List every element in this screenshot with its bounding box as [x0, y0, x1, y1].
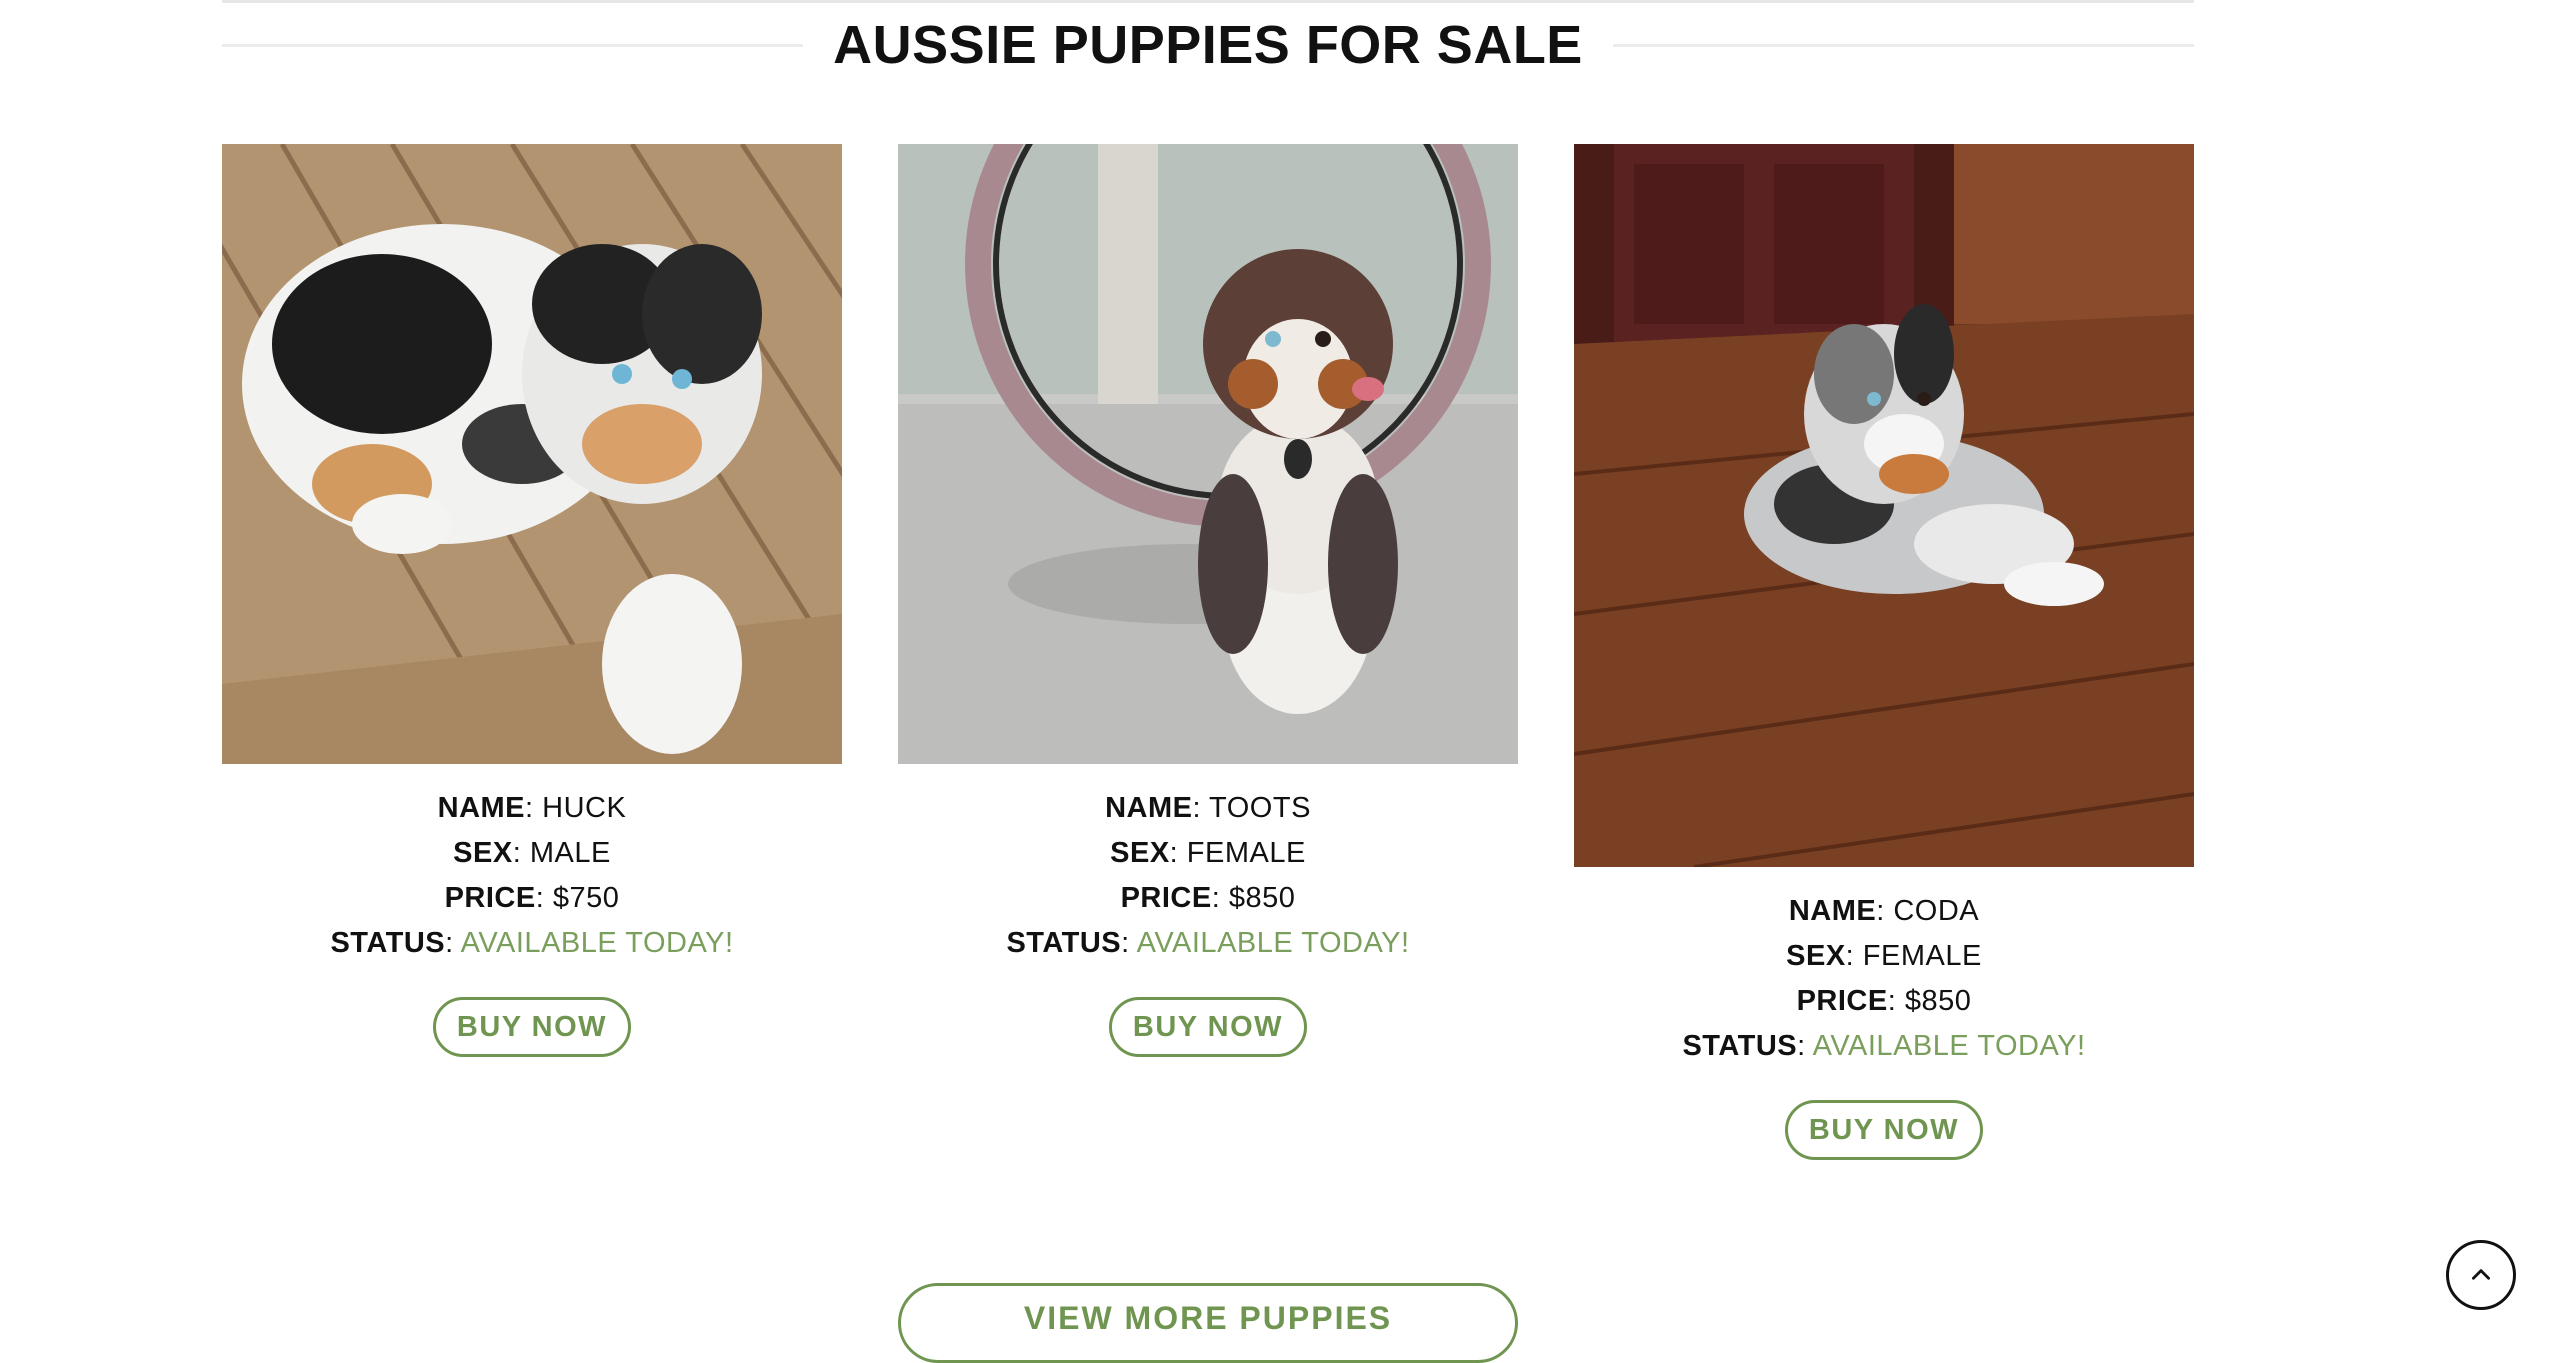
- price-row: PRICE: $850: [1120, 882, 1296, 914]
- sex-value: FEMALE: [1862, 940, 1982, 972]
- top-divider: [222, 0, 2194, 3]
- sex-label: SEX: [453, 837, 513, 869]
- status-value: AVAILABLE TODAY!: [460, 927, 734, 959]
- sex-value: MALE: [529, 837, 611, 869]
- name-row: NAME: HUCK: [437, 792, 627, 824]
- sex-row: SEX: FEMALE: [1786, 940, 1982, 972]
- back-to-top-button[interactable]: [2446, 1240, 2516, 1310]
- price-label: PRICE: [1120, 882, 1212, 914]
- sex-row: SEX: FEMALE: [1110, 837, 1306, 869]
- puppy-info: NAME: HUCK SEX: MALE PRICE: $750 STATUS:…: [330, 786, 733, 966]
- sex-label: SEX: [1110, 837, 1170, 869]
- puppy-photo-coda[interactable]: [1574, 144, 2194, 867]
- name-label: NAME: [1788, 895, 1877, 927]
- name-value: TOOTS: [1209, 792, 1311, 824]
- section-header: AUSSIE PUPPIES FOR SALE: [222, 10, 2194, 80]
- status-label: STATUS: [330, 927, 446, 959]
- status-row: STATUS: AVAILABLE TODAY!: [1006, 927, 1410, 959]
- status-value: AVAILABLE TODAY!: [1136, 927, 1410, 959]
- title-line-left: [222, 43, 804, 47]
- puppy-photo-huck[interactable]: [222, 144, 842, 764]
- price-label: PRICE: [444, 882, 536, 914]
- puppy-image: [1574, 144, 2194, 867]
- section-title: AUSSIE PUPPIES FOR SALE: [833, 15, 1583, 75]
- puppy-card-coda: NAME: CODA SEX: FEMALE PRICE: $850 STATU…: [1574, 144, 2194, 1160]
- puppy-image: [222, 144, 842, 764]
- buy-now-button[interactable]: BUY NOW: [433, 997, 631, 1057]
- title-line-right: [1612, 43, 2194, 47]
- price-value: $850: [1228, 882, 1296, 914]
- chevron-up-icon: [2472, 1269, 2490, 1280]
- name-row: NAME: CODA: [1788, 895, 1980, 927]
- puppy-card-huck: NAME: HUCK SEX: MALE PRICE: $750 STATUS:…: [222, 144, 842, 1057]
- status-label: STATUS: [1682, 1030, 1798, 1062]
- buy-now-button[interactable]: BUY NOW: [1109, 997, 1307, 1057]
- status-value: AVAILABLE TODAY!: [1812, 1030, 2086, 1062]
- name-label: NAME: [1105, 792, 1193, 824]
- status-label: STATUS: [1006, 927, 1122, 959]
- sex-row: SEX: MALE: [453, 837, 611, 869]
- price-value: $750: [552, 882, 620, 914]
- puppy-info: NAME: TOOTS SEX: FEMALE PRICE: $850 STAT…: [1006, 786, 1409, 966]
- buy-now-button[interactable]: BUY NOW: [1785, 1100, 1983, 1160]
- name-label: NAME: [437, 792, 526, 824]
- name-value: CODA: [1893, 895, 1980, 927]
- sex-value: FEMALE: [1186, 837, 1306, 869]
- price-value: $850: [1904, 985, 1972, 1017]
- name-row: NAME: TOOTS: [1105, 792, 1311, 824]
- price-row: PRICE: $850: [1796, 985, 1972, 1017]
- name-value: HUCK: [542, 792, 627, 824]
- sex-label: SEX: [1786, 940, 1846, 972]
- puppy-card-toots: NAME: TOOTS SEX: FEMALE PRICE: $850 STAT…: [898, 144, 1518, 1057]
- price-row: PRICE: $750: [444, 882, 620, 914]
- puppy-image: [898, 144, 1518, 764]
- puppy-photo-toots[interactable]: [898, 144, 1518, 764]
- status-row: STATUS: AVAILABLE TODAY!: [330, 927, 734, 959]
- puppy-info: NAME: CODA SEX: FEMALE PRICE: $850 STATU…: [1682, 889, 2085, 1069]
- price-label: PRICE: [1796, 985, 1888, 1017]
- status-row: STATUS: AVAILABLE TODAY!: [1682, 1030, 2086, 1062]
- view-more-puppies-button[interactable]: VIEW MORE PUPPIES: [898, 1283, 1518, 1363]
